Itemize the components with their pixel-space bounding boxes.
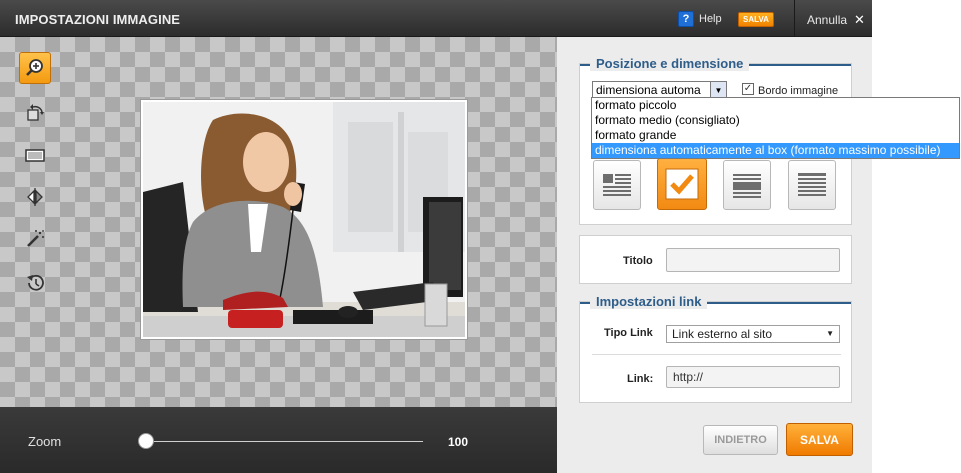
title-input[interactable] [666, 248, 840, 272]
dropdown-option-selected[interactable]: dimensiona automaticamente al box (forma… [592, 143, 959, 158]
zoom-bar: Zoom 100 [0, 407, 557, 473]
rotate-icon [27, 104, 44, 121]
link-type-select[interactable]: Link esterno al sito ▼ [666, 325, 840, 343]
zoom-value: 100 [448, 435, 469, 449]
image-settings-dialog: IMPOSTAZIONI IMMAGINE ? Help SALVA Annul… [0, 0, 961, 473]
dialog-title: IMPOSTAZIONI IMMAGINE [15, 12, 181, 27]
tool-flip-button[interactable] [19, 181, 51, 213]
header-save-button[interactable]: SALVA [738, 12, 774, 27]
text-left-layout-icon [603, 174, 631, 196]
link-url-input[interactable]: http:// [666, 366, 840, 388]
chevron-down-icon: ▼ [826, 329, 834, 338]
magic-wand-icon [27, 230, 44, 247]
link-settings-section: Impostazioni link Tipo Link Link esterno… [579, 294, 852, 403]
zoom-slider-track[interactable] [146, 441, 423, 442]
zoom-slider-handle[interactable] [138, 433, 154, 449]
image-canvas [0, 37, 557, 407]
title-section: Titolo [579, 235, 852, 284]
help-icon: ? [678, 11, 694, 27]
text-below-layout-icon [798, 173, 826, 196]
layout-text-below-button[interactable] [788, 160, 836, 210]
cancel-button[interactable]: Annulla ✕ [807, 12, 865, 28]
zoom-label: Zoom [28, 434, 62, 449]
border-checkbox-label: Bordo immagine [758, 85, 839, 97]
link-url-label: Link: [627, 373, 654, 385]
photo-preview[interactable] [140, 99, 468, 340]
tool-fit-button[interactable] [19, 139, 51, 171]
link-settings-legend: Impostazioni link [590, 294, 708, 309]
layout-text-left-button[interactable] [593, 160, 641, 210]
size-dropdown-list[interactable]: formato piccolo formato medio (consiglia… [591, 97, 960, 159]
save-button[interactable]: SALVA [786, 423, 853, 456]
link-type-value: Link esterno al sito [672, 327, 773, 341]
dropdown-option[interactable]: formato grande [592, 128, 959, 143]
title-label: Titolo [623, 255, 653, 267]
position-size-legend: Posizione e dimensione [590, 56, 750, 71]
dropdown-option[interactable]: formato medio (consigliato) [592, 113, 959, 128]
woman-on-phone-photo [143, 102, 465, 337]
check-layout-icon [665, 168, 699, 200]
layout-text-wrap-button[interactable] [723, 160, 771, 210]
fit-frame-icon [25, 149, 45, 162]
history-icon [27, 274, 44, 291]
text-wrap-layout-icon [733, 174, 761, 198]
layout-check-button[interactable] [657, 158, 707, 210]
size-select-value: dimensiona automa [596, 83, 701, 97]
help-button[interactable]: ? Help [678, 11, 722, 27]
link-type-label: Tipo Link [604, 327, 653, 339]
chevron-down-icon: ▼ [710, 82, 726, 98]
tool-zoom-button[interactable] [19, 52, 51, 84]
close-icon: ✕ [854, 12, 865, 27]
flip-icon [27, 188, 43, 206]
tool-magic-button[interactable] [19, 223, 51, 255]
tool-history-button[interactable] [19, 267, 51, 299]
header-divider [794, 0, 795, 37]
back-button[interactable]: INDIETRO [703, 425, 778, 455]
dropdown-option[interactable]: formato piccolo [592, 98, 959, 113]
zoom-icon [26, 59, 43, 76]
help-label: Help [699, 13, 722, 25]
tool-rotate-button[interactable] [19, 96, 51, 128]
border-checkbox[interactable]: ✓ [742, 83, 754, 95]
divider [592, 354, 841, 355]
header-bar: IMPOSTAZIONI IMMAGINE ? Help SALVA Annul… [0, 0, 872, 37]
cancel-label: Annulla [807, 13, 848, 27]
